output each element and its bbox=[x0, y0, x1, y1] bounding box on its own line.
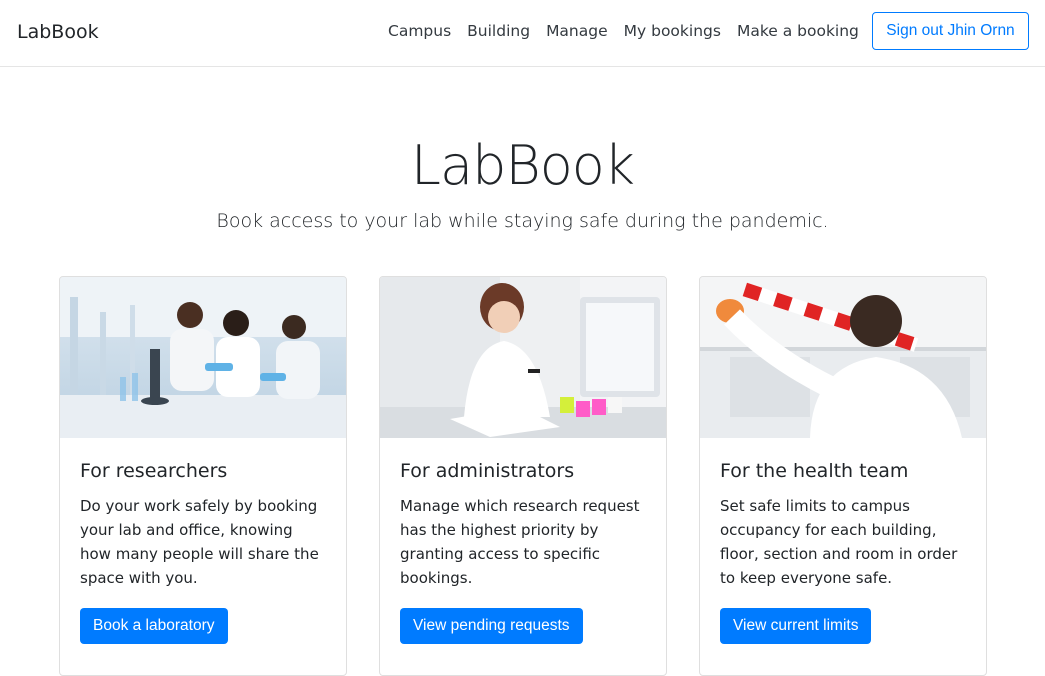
nav-link-building[interactable]: Building bbox=[459, 22, 538, 40]
book-laboratory-button[interactable]: Book a laboratory bbox=[80, 608, 228, 644]
nav-link-make-booking[interactable]: Make a booking bbox=[729, 22, 867, 40]
administrator-writing-photo bbox=[380, 277, 666, 438]
card-title: For researchers bbox=[80, 460, 228, 482]
researchers-illustration bbox=[60, 277, 346, 438]
health-worker-illustration bbox=[700, 277, 986, 438]
card-text: Set safe limits to campus occupancy for … bbox=[720, 497, 958, 587]
card-health-team: For the health team Set safe limits to c… bbox=[699, 276, 987, 676]
hero-title: LabBook bbox=[410, 134, 635, 197]
health-worker-taping-photo bbox=[700, 277, 986, 438]
nav-link-manage[interactable]: Manage bbox=[538, 22, 616, 40]
hero-lead: Book access to your lab while staying sa… bbox=[216, 210, 829, 232]
nav-links: Campus Building Manage My bookings Make … bbox=[380, 22, 867, 40]
signout-button[interactable]: Sign out Jhin Ornn bbox=[872, 12, 1029, 50]
card-administrators: For administrators Manage which research… bbox=[379, 276, 667, 676]
card-title: For administrators bbox=[400, 460, 575, 482]
nav-link-my-bookings[interactable]: My bookings bbox=[616, 22, 729, 40]
card-body: For administrators Manage which research… bbox=[380, 438, 666, 644]
researchers-in-lab-photo bbox=[60, 277, 346, 438]
nav-link-campus[interactable]: Campus bbox=[380, 22, 459, 40]
card-body: For researchers Do your work safely by b… bbox=[60, 438, 346, 644]
view-pending-requests-button[interactable]: View pending requests bbox=[400, 608, 583, 644]
card-title: For the health team bbox=[720, 460, 909, 482]
card-body: For the health team Set safe limits to c… bbox=[700, 438, 986, 644]
card-text: Do your work safely by booking your lab … bbox=[80, 497, 319, 587]
card-text: Manage which research request has the hi… bbox=[400, 497, 640, 587]
brand-link[interactable]: LabBook bbox=[17, 21, 99, 43]
administrator-illustration bbox=[380, 277, 666, 438]
card-researchers: For researchers Do your work safely by b… bbox=[59, 276, 347, 676]
navbar: LabBook Campus Building Manage My bookin… bbox=[0, 0, 1045, 67]
view-current-limits-button[interactable]: View current limits bbox=[720, 608, 872, 644]
